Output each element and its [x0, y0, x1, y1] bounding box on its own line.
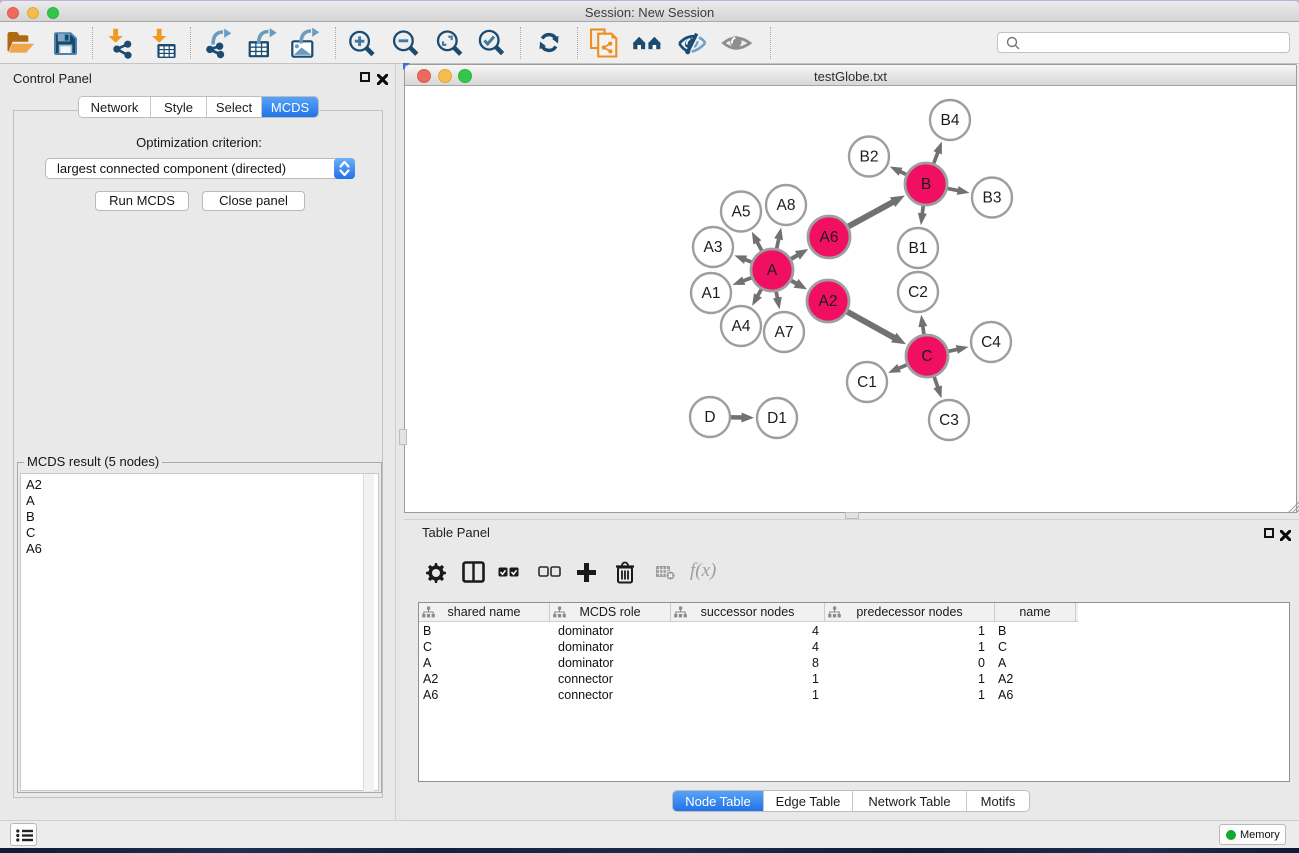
svg-text:A3: A3: [704, 239, 723, 256]
svg-text:A2: A2: [819, 293, 838, 310]
svg-text:B2: B2: [860, 149, 879, 166]
svg-text:B: B: [921, 176, 931, 193]
svg-text:D: D: [704, 409, 715, 426]
svg-text:C4: C4: [981, 334, 1001, 351]
svg-text:B1: B1: [909, 240, 928, 257]
svg-text:A5: A5: [732, 204, 751, 221]
svg-text:B3: B3: [983, 190, 1002, 207]
svg-text:A4: A4: [732, 318, 751, 335]
svg-text:A7: A7: [775, 324, 794, 341]
svg-text:A1: A1: [702, 285, 721, 302]
svg-text:B4: B4: [941, 112, 960, 129]
svg-text:C3: C3: [939, 412, 959, 429]
svg-text:A6: A6: [820, 229, 839, 246]
svg-text:C1: C1: [857, 374, 877, 391]
svg-text:A8: A8: [777, 197, 796, 214]
svg-text:C2: C2: [908, 284, 928, 301]
svg-text:C: C: [921, 348, 932, 365]
svg-text:A: A: [767, 262, 778, 279]
svg-text:D1: D1: [767, 410, 787, 427]
